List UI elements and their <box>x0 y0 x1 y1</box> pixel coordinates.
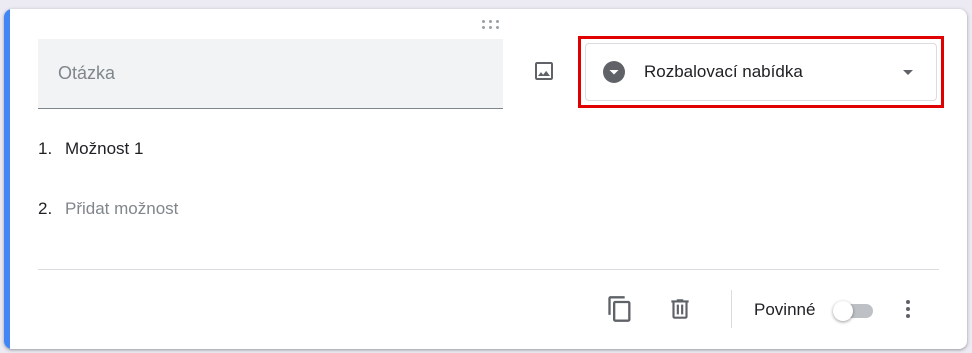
question-type-dropdown[interactable]: Rozbalovací nabídka <box>585 43 937 101</box>
required-toggle[interactable] <box>833 299 879 323</box>
more-vert-icon <box>906 300 910 318</box>
footer-vertical-divider <box>731 290 732 328</box>
add-image-button[interactable] <box>524 51 564 91</box>
delete-button[interactable] <box>660 289 700 329</box>
required-label: Povinné <box>754 300 816 319</box>
option-number: 1. <box>38 139 53 158</box>
chevron-down-icon <box>896 60 920 84</box>
duplicate-button[interactable] <box>600 289 640 329</box>
question-card: Rozbalovací nabídka 1. Možnost 1 2. Přid… <box>4 9 967 349</box>
active-accent-bar <box>4 9 10 349</box>
toggle-thumb <box>833 301 853 321</box>
more-options-button[interactable] <box>894 291 922 327</box>
image-icon <box>535 62 553 80</box>
add-option-button[interactable]: Přidat možnost <box>65 199 178 219</box>
add-option-row[interactable]: 2. Přidat možnost <box>38 197 178 221</box>
question-type-label: Rozbalovací nabídka <box>644 62 803 81</box>
option-label[interactable]: Možnost 1 <box>65 139 143 159</box>
option-number: 2. <box>38 199 53 218</box>
list-item-option-1[interactable]: 1. Možnost 1 <box>38 137 143 161</box>
copy-icon <box>608 296 631 322</box>
footer-divider <box>38 269 939 270</box>
question-title-input[interactable] <box>38 39 503 109</box>
dropdown-circle-icon <box>603 61 625 83</box>
drag-handle-icon[interactable] <box>480 18 500 30</box>
trash-icon <box>671 299 689 319</box>
